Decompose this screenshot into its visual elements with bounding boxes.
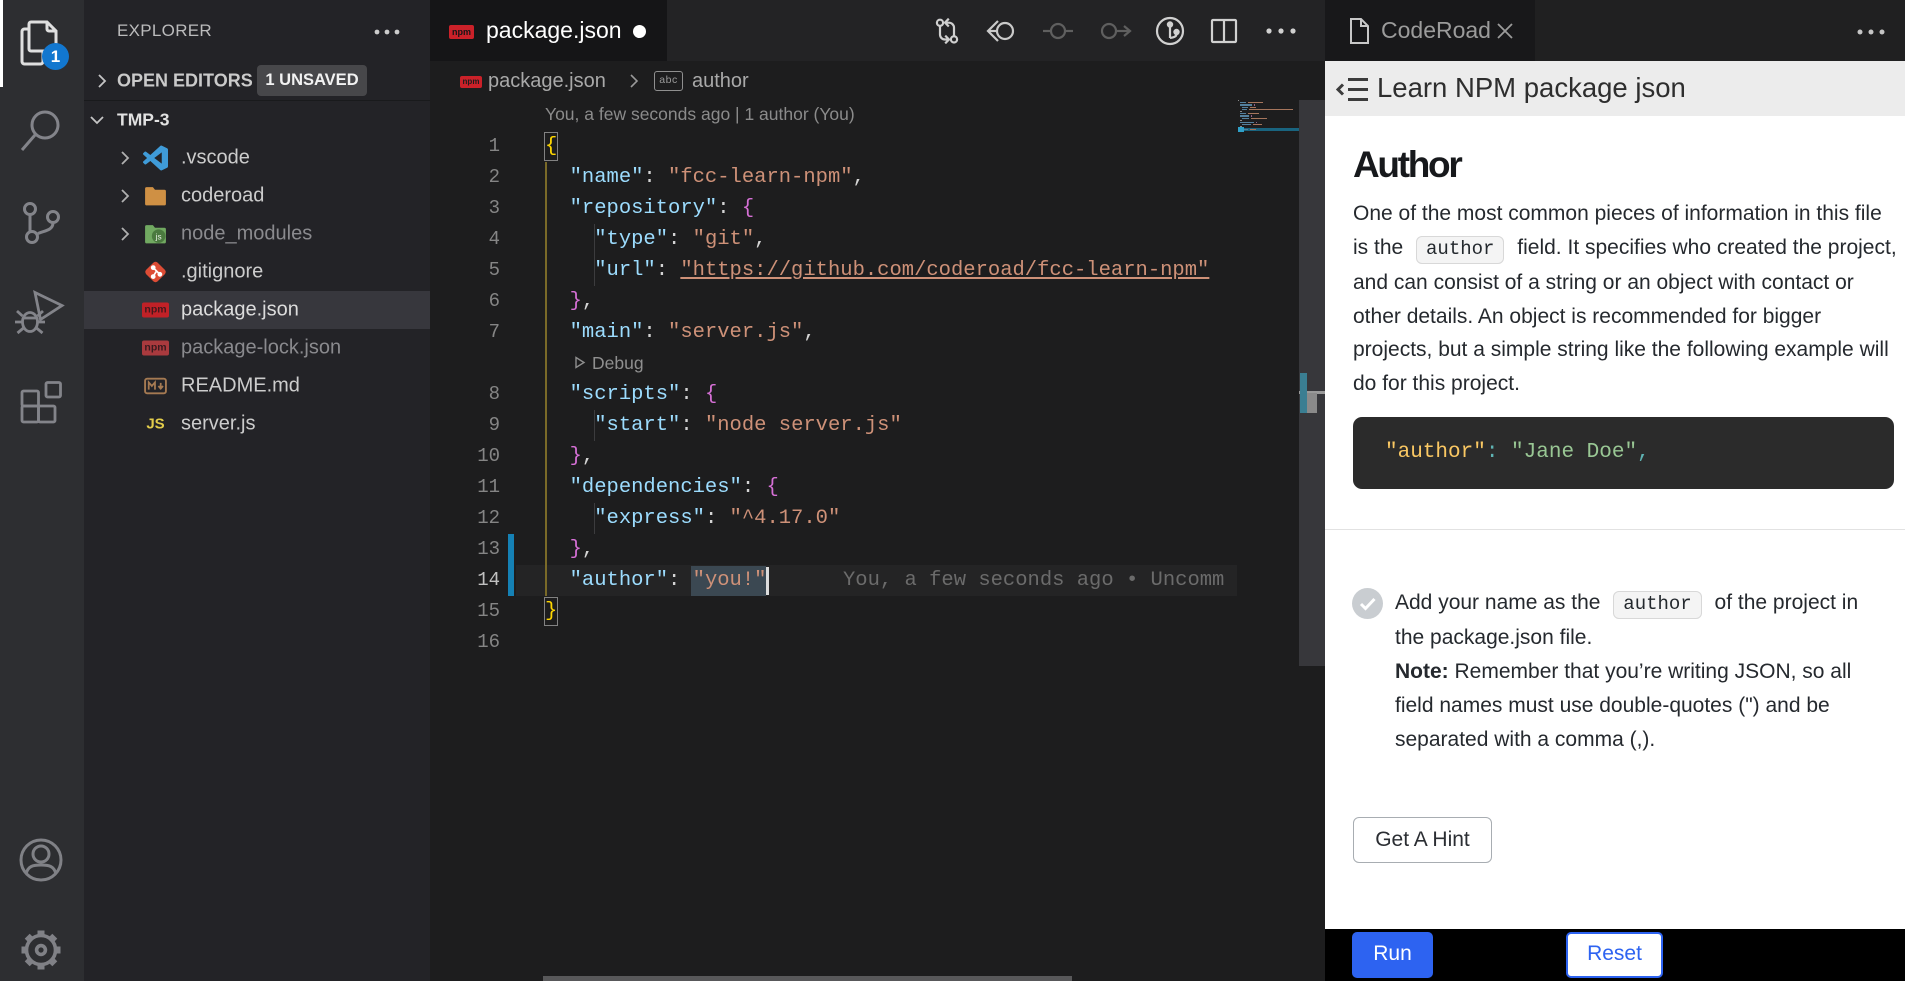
svg-text:js: js xyxy=(155,232,162,242)
